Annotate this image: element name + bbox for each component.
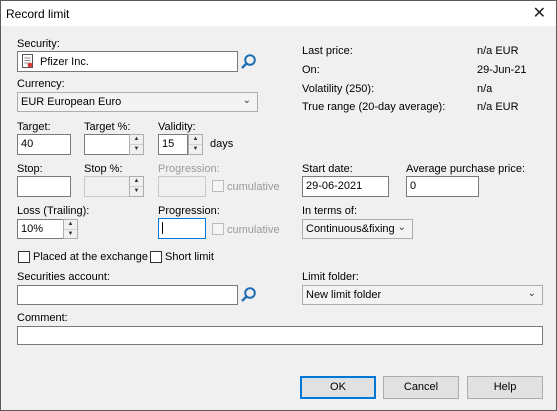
on-label: On: [302, 64, 320, 76]
stop-label: Stop: [17, 163, 43, 175]
title-bar: Record limit ✕ [1, 1, 556, 26]
security-search-icon[interactable] [240, 53, 258, 71]
loss-trailing-spinner[interactable]: ▲ ▼ [63, 219, 78, 239]
target-pct-spinner[interactable]: ▲ ▼ [129, 134, 144, 155]
stop-input[interactable] [17, 176, 71, 197]
target-value: 40 [21, 138, 34, 150]
help-button[interactable]: Help [467, 376, 543, 399]
last-price-value: n/a EUR [477, 45, 519, 57]
progression-disabled-input [158, 176, 206, 197]
securities-account-label: Securities account: [17, 271, 110, 283]
document-icon [22, 54, 33, 68]
currency-dropdown[interactable]: EUR European Euro ⌄ [17, 92, 258, 112]
target-label: Target: [17, 121, 51, 133]
record-limit-dialog: Record limit ✕ Security: Pfizer Inc. Cur… [0, 0, 557, 411]
progression-input[interactable] [158, 218, 206, 239]
true-range-value: n/a EUR [477, 101, 519, 113]
window-title: Record limit [6, 7, 70, 21]
short-limit-checkbox[interactable] [150, 251, 162, 263]
placed-at-exchange-checkbox[interactable] [18, 251, 30, 263]
loss-trailing-value: 10% [21, 223, 44, 235]
cumulative-checkbox[interactable] [212, 223, 224, 235]
start-date-input[interactable]: 29-06-2021 [302, 176, 389, 197]
progression-label: Progression: [158, 205, 220, 217]
chevron-down-icon: ⌄ [527, 288, 536, 299]
security-field[interactable]: Pfizer Inc. [17, 51, 238, 72]
stop-pct-input[interactable] [84, 176, 130, 197]
spin-up-icon[interactable]: ▲ [130, 177, 143, 187]
validity-spinner[interactable]: ▲ ▼ [188, 134, 203, 155]
stop-pct-spinner[interactable]: ▲ ▼ [129, 176, 144, 197]
avg-purchase-price-input[interactable]: 0 [406, 176, 479, 197]
cumulative-label: cumulative [227, 224, 280, 236]
close-icon[interactable]: ✕ [533, 3, 546, 23]
spin-down-icon[interactable]: ▼ [64, 230, 77, 239]
cumulative-disabled-label: cumulative [227, 181, 280, 193]
spin-down-icon[interactable]: ▼ [189, 145, 202, 154]
chevron-down-icon: ⌄ [242, 95, 251, 106]
validity-value: 15 [162, 138, 175, 150]
in-terms-of-dropdown[interactable]: Continuous&fixing ⌄ [302, 219, 413, 239]
spin-up-icon[interactable]: ▲ [130, 135, 143, 145]
security-label: Security: [17, 38, 60, 50]
start-date-label: Start date: [302, 163, 353, 175]
days-label: days [210, 138, 234, 150]
cancel-button[interactable]: Cancel [383, 376, 459, 399]
limit-folder-label: Limit folder: [302, 271, 359, 283]
comment-label: Comment: [17, 312, 68, 324]
loss-trailing-input[interactable]: 10% [17, 219, 64, 239]
limit-folder-value: New limit folder [306, 289, 382, 301]
securities-account-input[interactable] [17, 285, 238, 305]
avg-purchase-price-value: 0 [410, 180, 417, 192]
spin-up-icon[interactable]: ▲ [189, 135, 202, 145]
currency-value: EUR European Euro [21, 96, 122, 108]
loss-trailing-label: Loss (Trailing): [17, 205, 90, 217]
currency-label: Currency: [17, 78, 65, 90]
security-value: Pfizer Inc. [40, 56, 89, 68]
avg-purchase-price-label: Average purchase price: [406, 163, 526, 175]
validity-input[interactable]: 15 [158, 134, 188, 155]
short-limit-label: Short limit [165, 251, 214, 263]
start-date-value: 29-06-2021 [306, 180, 363, 192]
spin-down-icon[interactable]: ▼ [130, 145, 143, 154]
on-value: 29-Jun-21 [477, 64, 527, 76]
securities-account-search-icon[interactable] [240, 286, 258, 304]
in-terms-of-label: In terms of: [302, 205, 358, 217]
comment-input[interactable] [17, 326, 543, 345]
true-range-label: True range (20-day average): [302, 101, 446, 113]
volatility-label: Volatility (250): [302, 83, 375, 95]
target-pct-input[interactable] [84, 134, 130, 155]
cumulative-checkbox-disabled [212, 180, 224, 192]
target-pct-label: Target %: [84, 121, 131, 133]
limit-folder-dropdown[interactable]: New limit folder ⌄ [302, 285, 543, 305]
chevron-down-icon: ⌄ [397, 222, 406, 233]
progression-disabled-label: Progression: [158, 163, 220, 175]
ok-button[interactable]: OK [300, 376, 376, 399]
volatility-value: n/a [477, 83, 493, 95]
placed-at-exchange-label: Placed at the exchange [33, 251, 148, 263]
last-price-label: Last price: [302, 45, 353, 57]
in-terms-of-value: Continuous&fixing [306, 223, 395, 235]
spin-up-icon[interactable]: ▲ [64, 220, 77, 230]
spin-down-icon[interactable]: ▼ [130, 187, 143, 196]
target-input[interactable]: 40 [17, 134, 71, 155]
validity-label: Validity: [158, 121, 196, 133]
text-caret [162, 222, 163, 234]
stop-pct-label: Stop %: [84, 163, 123, 175]
